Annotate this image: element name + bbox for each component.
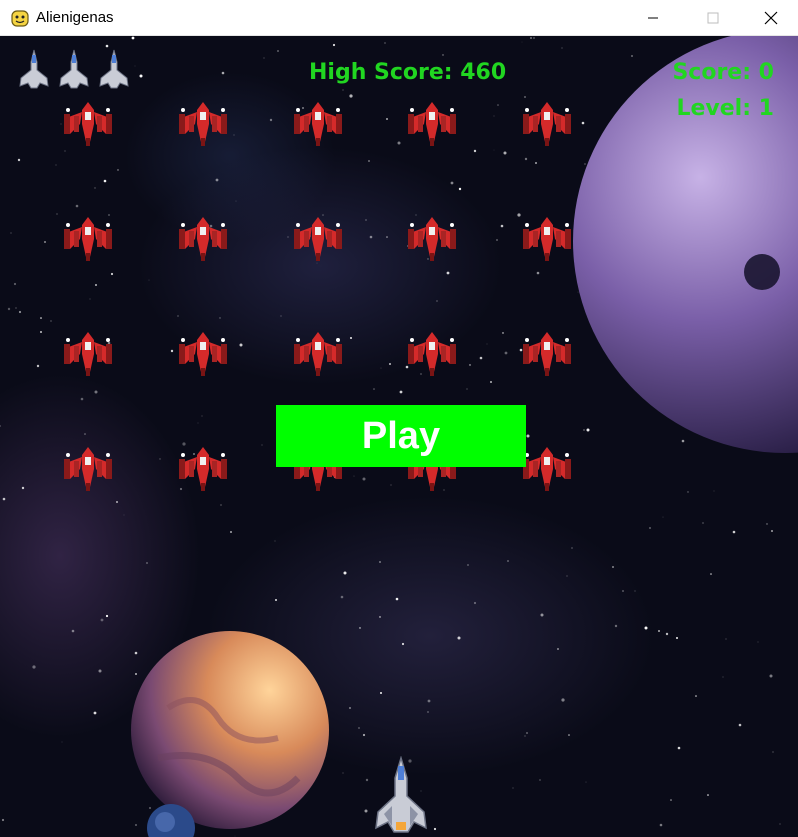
minimize-icon xyxy=(648,17,658,18)
alien-ship-icon xyxy=(294,217,342,261)
alien-ship-icon xyxy=(408,332,456,376)
app-icon xyxy=(11,10,29,27)
alien-ship-icon xyxy=(294,332,342,376)
window-title: Alienigenas xyxy=(36,9,114,26)
alien-ship-icon xyxy=(408,102,456,146)
alien-ship-icon xyxy=(179,332,227,376)
score-label: Score: 0 xyxy=(672,60,774,85)
alien-ship-icon xyxy=(523,217,571,261)
ship-icon xyxy=(99,49,129,89)
alien-ship-icon xyxy=(523,102,571,146)
alien-ship-icon xyxy=(179,447,227,491)
close-icon xyxy=(764,11,778,24)
ship-icon xyxy=(59,49,89,89)
play-button[interactable]: Play xyxy=(276,405,526,467)
alien-ship-icon xyxy=(64,217,112,261)
alien-ship-icon xyxy=(64,332,112,376)
ship-icon xyxy=(19,49,49,89)
title-bar[interactable]: Alienigenas xyxy=(0,0,798,36)
alien-ship-icon xyxy=(64,447,112,491)
level-label: Level: 1 xyxy=(676,96,774,121)
maximize-icon xyxy=(707,12,719,23)
alien-ship-icon xyxy=(523,447,571,491)
player-ship-icon[interactable] xyxy=(372,756,430,836)
close-button[interactable] xyxy=(748,0,794,35)
maximize-button[interactable] xyxy=(690,0,736,35)
alien-ship-icon xyxy=(64,102,112,146)
alien-ship-icon xyxy=(179,217,227,261)
high-score-label: High Score: 460 xyxy=(309,60,507,85)
alien-ship-icon xyxy=(179,102,227,146)
blue-planet xyxy=(147,804,195,837)
minimize-button[interactable] xyxy=(630,0,676,35)
game-canvas[interactable]: High Score: 460 Score: 0 Level: 1 Play xyxy=(0,36,798,837)
alien-ship-icon xyxy=(523,332,571,376)
alien-ship-icon xyxy=(294,102,342,146)
alien-ship-icon xyxy=(408,217,456,261)
